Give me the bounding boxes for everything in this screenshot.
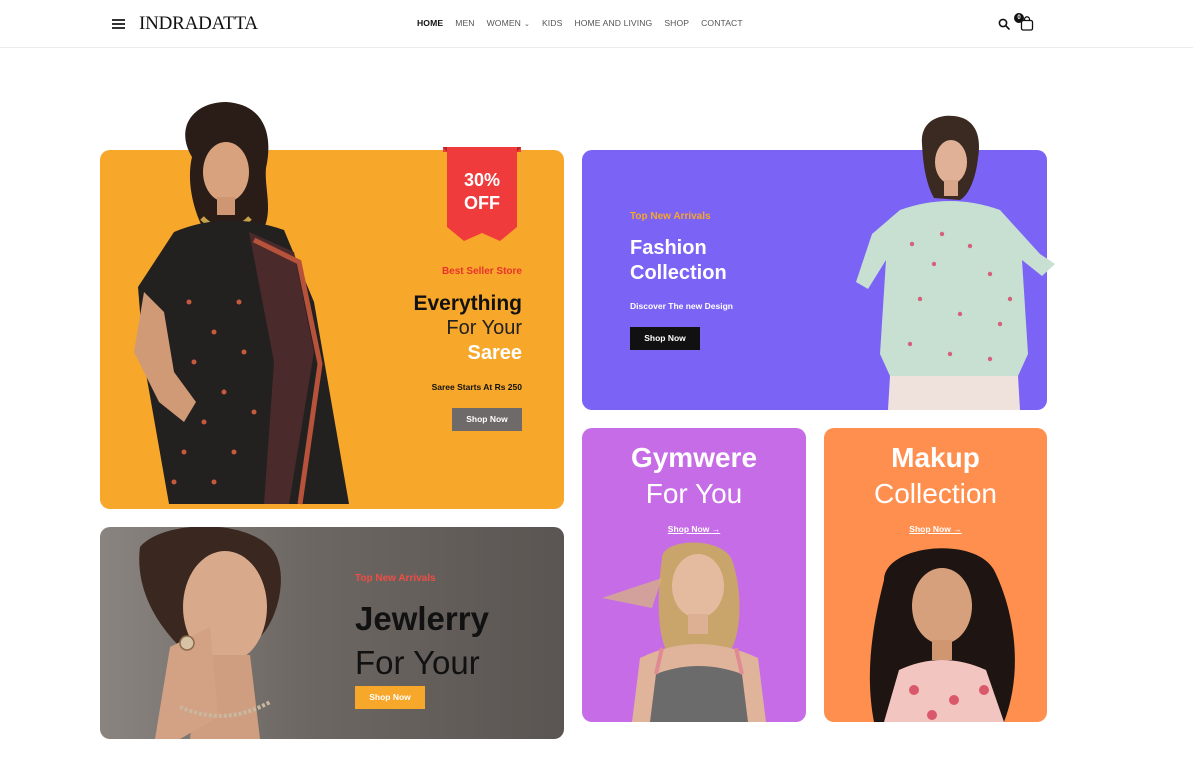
makeup-shop-now-link[interactable]: Shop Now → [824,524,1047,534]
gym-shop-now-label: Shop Now [667,524,710,534]
jewelry-title: Jewlerry For Your [355,597,489,685]
nav-home-and-living[interactable]: HOME AND LIVING [574,18,652,28]
discount-off: OFF [464,193,500,213]
saree-banner[interactable]: 30% OFF Best Seller Store Everything For… [100,102,564,509]
chevron-down-icon: ⌄ [524,21,530,28]
gym-title-line2: For You [645,478,743,509]
site-logo[interactable]: INDRADATTA [139,13,258,35]
jewelry-title-line1: Jewlerry [355,600,489,637]
fashion-model-image [856,115,1055,410]
fashion-title-line1: Fashion [630,237,707,259]
jewelry-tag: Top New Arrivals [355,573,436,584]
fashion-banner[interactable]: Top New Arrivals Fashion Collection Disc… [582,115,1055,410]
main-nav: HOME MEN WOMEN ⌄ KIDS HOME AND LIVING SHO… [417,18,743,28]
jewelry-model-image [139,527,281,739]
makeup-title: Makup Collection [824,440,1047,512]
fashion-shop-now-button[interactable]: Shop Now [630,327,700,350]
saree-title: Everything For Your Saree [413,291,522,366]
nav-contact[interactable]: CONTACT [701,18,743,28]
fashion-tag: Top New Arrivals [630,211,711,222]
gymwear-banner[interactable]: Gymwere For You Shop Now → [582,428,806,722]
gymwear-model-image [602,542,766,722]
saree-tag: Best Seller Store [441,266,522,277]
saree-title-line1: Everything [413,292,522,315]
discount-percent: 30% [463,170,501,190]
nav-kids[interactable]: KIDS [542,18,562,28]
makeup-title-line2: Collection [874,478,997,509]
site-header: INDRADATTA HOME MEN WOMEN ⌄ KIDS HOME AND… [0,0,1193,48]
jewelry-banner[interactable]: Top New Arrivals Jewlerry For Your Shop … [100,527,564,739]
makeup-shop-now-label: Shop Now [909,524,951,534]
fashion-title-line2: Collection [630,262,727,284]
search-icon[interactable] [998,18,1010,30]
saree-subtitle: Saree Starts At Rs 250 [431,382,522,392]
makeup-model-image [869,548,1015,722]
gym-title-line1: Gymwere [630,442,758,473]
discount-badge: 30% OFF [443,169,521,215]
nav-women-label: WOMEN [486,18,521,28]
saree-model-image [134,102,349,505]
cart-count-badge: 0 [1014,13,1024,23]
saree-shop-now-button[interactable]: Shop Now [452,408,522,431]
jewelry-title-line2: For Your [355,644,480,681]
jewelry-shop-now-button[interactable]: Shop Now [355,686,425,709]
gym-shop-now-link[interactable]: Shop Now → [582,524,806,534]
gym-title: Gymwere For You [582,440,806,512]
menu-icon[interactable] [112,19,125,29]
nav-women[interactable]: WOMEN ⌄ [487,18,530,28]
arrow-right-icon: → [711,524,721,534]
arrow-right-icon: → [953,524,962,534]
fashion-title: Fashion Collection [630,236,727,286]
makeup-title-line1: Makup [891,442,980,473]
nav-home[interactable]: HOME [417,18,443,28]
nav-men[interactable]: MEN [455,18,474,28]
saree-title-line2: For Your [446,317,522,339]
saree-title-line3: Saree [467,342,523,364]
makeup-banner[interactable]: Makup Collection Shop Now → [824,428,1047,722]
nav-shop[interactable]: SHOP [664,18,689,28]
fashion-subtitle: Discover The new Design [630,301,733,311]
